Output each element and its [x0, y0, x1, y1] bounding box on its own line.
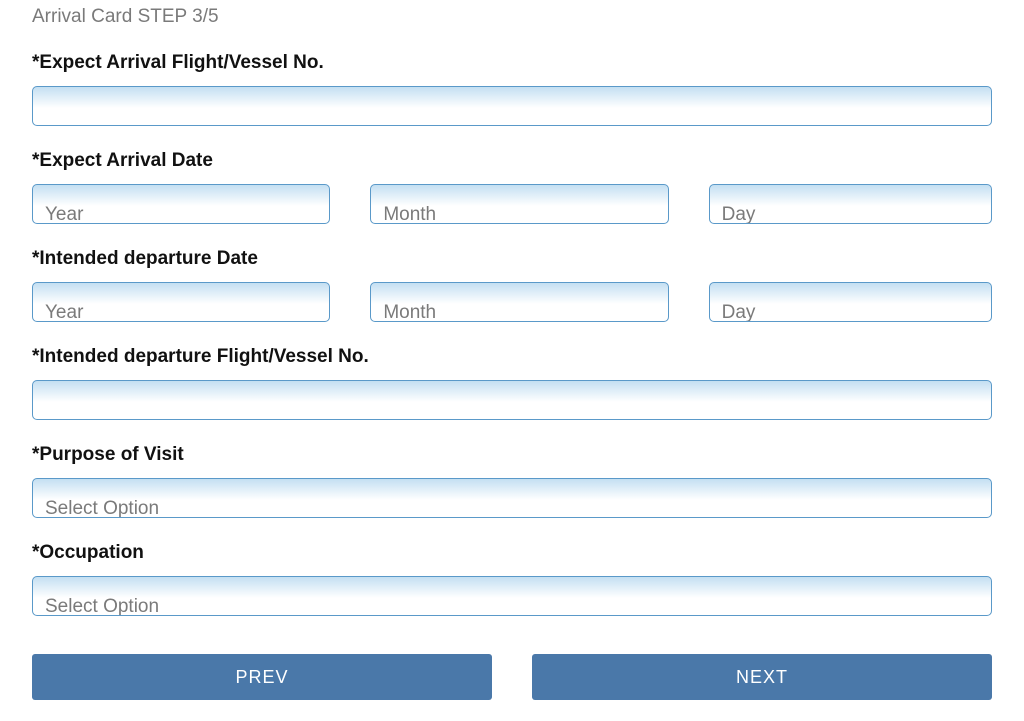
nav-button-row: PREV NEXT — [32, 654, 992, 700]
arrival-date-field: *Expect Arrival Date Year Month Day — [32, 150, 992, 224]
arrival-date-label: *Expect Arrival Date — [32, 150, 992, 172]
arrival-flight-label: *Expect Arrival Flight/Vessel No. — [32, 52, 992, 74]
occupation-field: *Occupation Select Option — [32, 542, 992, 616]
departure-day-input[interactable]: Day — [709, 282, 992, 322]
arrival-year-input[interactable]: Year — [32, 184, 330, 224]
purpose-select[interactable]: Select Option — [32, 478, 992, 518]
departure-year-input[interactable]: Year — [32, 282, 330, 322]
arrival-month-placeholder: Month — [383, 204, 436, 224]
purpose-label: *Purpose of Visit — [32, 444, 992, 466]
occupation-placeholder: Select Option — [45, 596, 159, 616]
arrival-flight-field: *Expect Arrival Flight/Vessel No. — [32, 52, 992, 126]
arrival-flight-input[interactable] — [32, 86, 992, 126]
purpose-placeholder: Select Option — [45, 498, 159, 518]
arrival-day-placeholder: Day — [722, 204, 756, 224]
departure-month-placeholder: Month — [383, 302, 436, 322]
departure-month-input[interactable]: Month — [370, 282, 668, 322]
occupation-label: *Occupation — [32, 542, 992, 564]
arrival-month-input[interactable]: Month — [370, 184, 668, 224]
departure-day-placeholder: Day — [722, 302, 756, 322]
step-title: Arrival Card STEP 3/5 — [32, 6, 992, 28]
arrival-day-input[interactable]: Day — [709, 184, 992, 224]
departure-date-label: *Intended departure Date — [32, 248, 992, 270]
next-button[interactable]: NEXT — [532, 654, 992, 700]
departure-flight-label: *Intended departure Flight/Vessel No. — [32, 346, 992, 368]
occupation-select[interactable]: Select Option — [32, 576, 992, 616]
departure-date-field: *Intended departure Date Year Month Day — [32, 248, 992, 322]
departure-year-placeholder: Year — [45, 302, 83, 322]
prev-button[interactable]: PREV — [32, 654, 492, 700]
departure-flight-field: *Intended departure Flight/Vessel No. — [32, 346, 992, 420]
arrival-year-placeholder: Year — [45, 204, 83, 224]
purpose-field: *Purpose of Visit Select Option — [32, 444, 992, 518]
departure-flight-input[interactable] — [32, 380, 992, 420]
